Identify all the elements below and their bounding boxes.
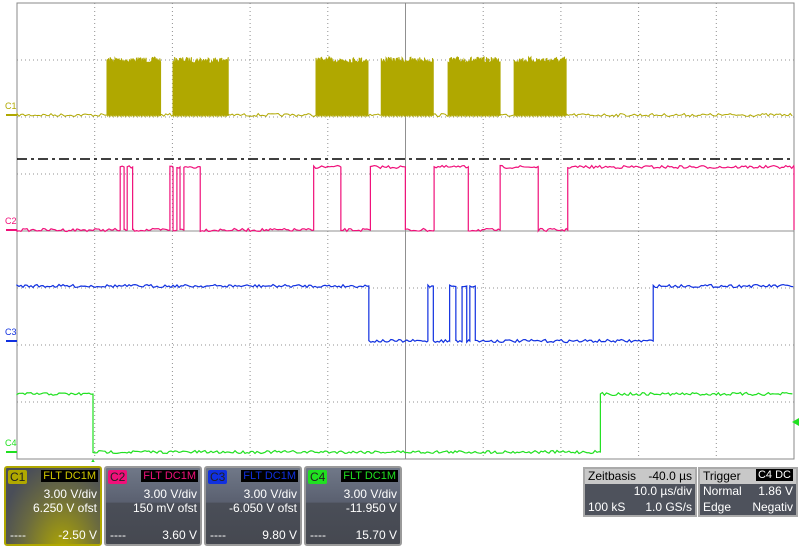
volts-per-div: 3.00 V/div	[243, 487, 297, 501]
coupling-badge: FLT DC1M	[241, 470, 298, 482]
offset: -6.050 V ofst	[228, 501, 297, 515]
coupling-badge: FLT DC1M	[141, 470, 198, 482]
volts-per-div: 3.00 V/div	[43, 487, 97, 501]
c4-label: C4	[5, 438, 17, 448]
channel-panel-c4[interactable]: C4 FLT DC1M 3.00 V/div -11.950 V ---- 15…	[304, 466, 402, 546]
coupling-badge: FLT DC1M	[41, 470, 98, 482]
channel-panel-c2[interactable]: C2 FLT DC1M 3.00 V/div 150 mV ofst ---- …	[104, 466, 202, 546]
c2-label: C2	[5, 216, 17, 226]
volts-per-div: 3.00 V/div	[143, 487, 197, 501]
channel-tag: C4	[308, 470, 328, 484]
trigger-type: Edge	[703, 500, 732, 514]
threshold-line: ----	[10, 528, 26, 542]
threshold-line: ----	[210, 528, 226, 542]
offset: 6.250 V ofst	[32, 501, 97, 515]
trigger-mode: Normal	[703, 484, 742, 498]
offset: -11.950 V	[345, 501, 397, 515]
waveform-display: C1 C2 C3 C4	[5, 2, 799, 462]
threshold-level: -2.50 V	[58, 528, 97, 542]
threshold-line: ----	[110, 528, 126, 542]
trigger-level: 1.86 V	[758, 484, 793, 498]
c2-trace	[16, 164, 795, 233]
timebase-title: Zeitbasis	[588, 469, 637, 483]
channel-tag: C1	[8, 470, 28, 484]
threshold-level: 9.80 V	[262, 528, 297, 542]
channel-tag: C2	[108, 470, 128, 484]
sample-rate: 1.0 GS/s	[645, 500, 692, 514]
trigger-slope: Negativ	[752, 500, 793, 514]
timebase-scale: 10.0 µs/div	[633, 484, 692, 498]
trigger-title: Trigger	[703, 469, 741, 483]
volts-per-div: 3.00 V/div	[343, 487, 397, 501]
coupling-badge: FLT DC1M	[341, 470, 398, 482]
c1-label: C1	[5, 101, 17, 111]
threshold-line: ----	[310, 528, 326, 542]
channel-panel-c3[interactable]: C3 FLT DC1M 3.00 V/div -6.050 V ofst ---…	[204, 466, 302, 546]
channel-tag: C3	[208, 470, 228, 484]
channel-panel-c1[interactable]: C1 FLT DC1M 3.00 V/div 6.250 V ofst ----…	[4, 466, 102, 546]
threshold-level: 15.70 V	[355, 528, 397, 542]
offset: 150 mV ofst	[132, 501, 197, 515]
c3-label: C3	[5, 327, 17, 337]
timebase-panel[interactable]: Zeitbasis -40.0 µs 10.0 µs/div 100 kS 1.0 …	[583, 467, 697, 517]
trigger-source-badge: C4 DC	[755, 469, 793, 481]
trigger-panel[interactable]: Trigger C4 DC Normal 1.86 V Edge Negativ	[698, 467, 798, 517]
c1-trace	[16, 55, 793, 118]
threshold-level: 3.60 V	[162, 528, 197, 542]
record-length: 100 kS	[588, 500, 626, 514]
trigger-level-marker	[792, 418, 799, 426]
timebase-delay: -40.0 µs	[648, 469, 692, 483]
